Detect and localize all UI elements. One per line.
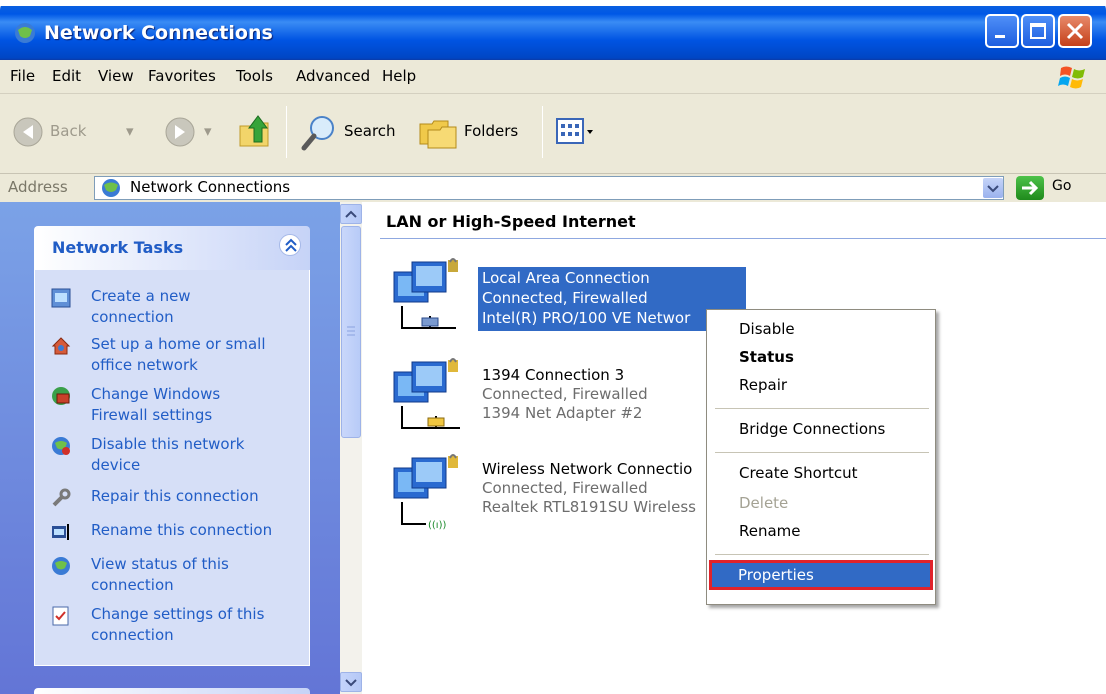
views-icon[interactable] (556, 118, 598, 146)
chevron-up-icon (345, 210, 357, 218)
menu-item-status[interactable]: Status (739, 348, 794, 366)
1394-connection-icon[interactable] (390, 358, 470, 438)
scroll-down-button[interactable] (340, 672, 362, 692)
address-label: Address (8, 178, 68, 196)
task-label: Rename this connection (91, 521, 273, 539)
minimize-icon (995, 35, 1005, 38)
wireless-connection-icon[interactable]: ((ı)) (390, 454, 470, 534)
toolbar-separator (542, 106, 543, 158)
back-arrow-icon[interactable] (12, 116, 44, 148)
up-folder-icon[interactable] (236, 112, 274, 150)
next-task-panel-header[interactable] (34, 688, 310, 694)
task-label: Change settings of this connection (91, 605, 265, 644)
context-menu: Disable Status Repair Bridge Connections… (706, 309, 936, 605)
group-heading: LAN or High-Speed Internet (386, 212, 636, 231)
menu-item-disable[interactable]: Disable (739, 320, 795, 338)
connection-name: Wireless Network Connectio (482, 460, 693, 478)
toolbar-separator (286, 106, 287, 158)
connection-device: Intel(R) PRO/100 VE Networ (482, 309, 691, 327)
connection-device: Realtek RTL8191SU Wireless (482, 498, 696, 516)
windows-logo-icon (1058, 66, 1085, 89)
go-label[interactable]: Go (1052, 178, 1071, 194)
go-button[interactable] (1016, 176, 1044, 200)
collapse-button[interactable] (279, 234, 301, 256)
menu-item-properties[interactable]: Properties (709, 560, 933, 590)
connection-name: Local Area Connection (482, 269, 650, 287)
properties-label: Properties (738, 566, 814, 584)
rename-icon (52, 524, 69, 540)
menu-separator (715, 452, 929, 453)
connection-status: Connected, Firewalled (482, 479, 648, 497)
go-arrow-icon (1022, 180, 1039, 196)
menu-item-rename[interactable]: Rename (739, 522, 801, 540)
window-title: Network Connections (44, 22, 273, 44)
status-globe-icon (52, 557, 70, 575)
folders-icon[interactable] (418, 112, 458, 150)
task-label: View status of this connection (91, 555, 229, 594)
task-label: Disable this network device (91, 435, 245, 474)
menu-edit[interactable]: Edit (52, 67, 81, 85)
search-button[interactable]: Search (344, 122, 396, 140)
menu-tools[interactable]: Tools (236, 67, 273, 85)
disable-network-icon (52, 437, 70, 455)
connection-name: 1394 Connection 3 (482, 366, 625, 384)
task-label: Change Windows Firewall settings (91, 385, 221, 424)
connection-item[interactable]: Wireless Network Connectio Connected, Fi… (482, 460, 706, 517)
menu-item-delete: Delete (739, 494, 789, 512)
home-network-icon (51, 337, 71, 355)
menu-item-repair[interactable]: Repair (739, 376, 787, 394)
scroll-thumb[interactable] (341, 226, 361, 438)
menu-item-create-shortcut[interactable]: Create Shortcut (739, 464, 858, 482)
network-tasks-header[interactable]: Network Tasks (34, 226, 310, 270)
menu-separator (715, 408, 929, 409)
menu-help[interactable]: Help (382, 67, 416, 85)
connection-status: Connected, Firewalled (482, 289, 648, 307)
task-label: Set up a home or small office network (91, 335, 266, 374)
forward-arrow-icon[interactable] (164, 116, 196, 148)
scroll-up-button[interactable] (340, 204, 362, 224)
menu-bar: File Edit View Favorites Tools Advanced … (0, 60, 1106, 94)
chevron-down-icon (345, 679, 357, 687)
group-divider (380, 238, 1106, 239)
double-chevron-up-icon (285, 238, 297, 252)
menu-view[interactable]: View (98, 67, 134, 85)
forward-dropdown-icon[interactable]: ▾ (204, 122, 212, 140)
firewall-icon (52, 387, 70, 405)
maximize-icon (1030, 23, 1046, 39)
connection-status: Connected, Firewalled (482, 385, 648, 403)
task-label: Create a new connection (91, 287, 191, 326)
network-tasks-list: Create a new connection Set up a home or… (34, 270, 310, 666)
network-connections-icon (15, 23, 35, 43)
address-value[interactable]: Network Connections (130, 178, 290, 196)
network-tasks-title: Network Tasks (52, 238, 184, 257)
back-button[interactable]: Back (50, 122, 86, 140)
wrench-icon (52, 488, 71, 507)
menu-separator (715, 554, 929, 555)
folders-button[interactable]: Folders (464, 122, 518, 140)
minimize-button[interactable] (985, 14, 1019, 48)
chevron-down-icon (987, 185, 999, 193)
close-button[interactable] (1058, 14, 1092, 48)
connection-device: 1394 Net Adapter #2 (482, 404, 643, 422)
new-connection-icon (51, 288, 71, 308)
menu-file[interactable]: File (10, 67, 35, 85)
svg-text:((ı)): ((ı)) (428, 520, 446, 531)
lan-connection-icon[interactable] (390, 258, 470, 338)
search-icon[interactable] (300, 112, 340, 152)
maximize-button[interactable] (1021, 14, 1055, 48)
title-bar: Network Connections (0, 0, 1106, 60)
menu-item-bridge-connections[interactable]: Bridge Connections (739, 420, 885, 438)
back-dropdown-icon[interactable]: ▾ (126, 122, 134, 140)
menu-favorites[interactable]: Favorites (148, 67, 216, 85)
connection-item[interactable]: 1394 Connection 3 Connected, Firewalled … (482, 366, 706, 423)
address-dropdown-button[interactable] (983, 178, 1003, 198)
close-icon (1066, 22, 1084, 40)
menu-advanced[interactable]: Advanced (296, 67, 370, 85)
settings-checklist-icon (52, 606, 69, 626)
grip-icon (347, 326, 355, 336)
network-globe-icon (102, 179, 120, 197)
task-label: Repair this connection (91, 487, 259, 505)
